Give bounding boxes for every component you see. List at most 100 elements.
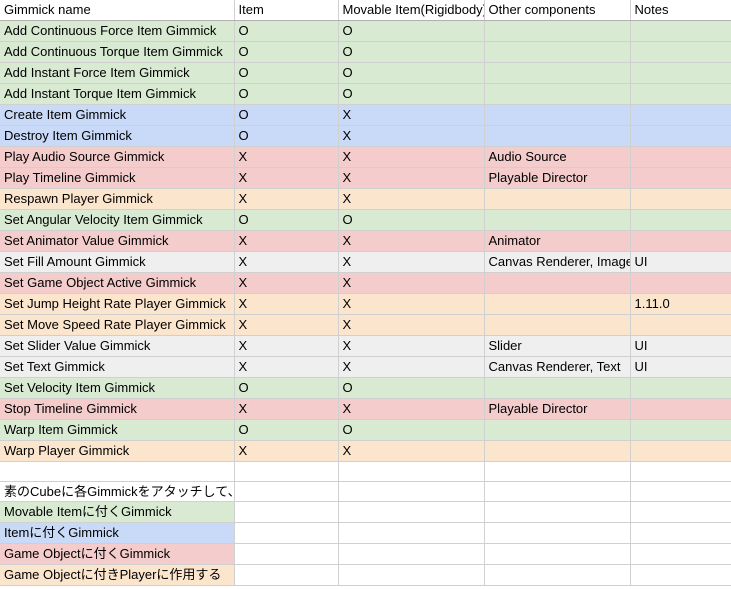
- cell-movable-item[interactable]: X: [338, 272, 485, 294]
- table-row[interactable]: Play Audio Source Gimmick X X Audio Source: [0, 146, 731, 168]
- cell-item[interactable]: X: [234, 293, 339, 315]
- cell-movable-item[interactable]: X: [338, 335, 485, 357]
- cell-gimmick-name[interactable]: Add Continuous Torque Item Gimmick: [0, 41, 235, 63]
- table-row[interactable]: Set Text Gimmick X X Canvas Renderer, Text U…: [0, 356, 731, 378]
- cell-item[interactable]: O: [234, 20, 339, 42]
- cell-other-components[interactable]: Animator: [484, 230, 631, 252]
- cell-notes[interactable]: [630, 146, 731, 168]
- column-header-gimmick-name[interactable]: Gimmick name: [0, 0, 235, 21]
- cell-item[interactable]: X: [234, 314, 339, 336]
- cell-movable-item[interactable]: X: [338, 440, 485, 462]
- cell-movable-item[interactable]: O: [338, 62, 485, 84]
- legend-empty-cell[interactable]: [338, 543, 485, 565]
- cell-gimmick-name[interactable]: Set Jump Height Rate Player Gimmick: [0, 293, 235, 315]
- legend-swatch-label[interactable]: Game Objectに付きPlayerに作用する: [0, 564, 235, 586]
- legend-swatch-label[interactable]: Movable Itemに付くGimmick: [0, 501, 235, 523]
- empty-cell[interactable]: [338, 461, 485, 482]
- cell-notes[interactable]: [630, 125, 731, 147]
- cell-notes[interactable]: [630, 398, 731, 420]
- cell-movable-item[interactable]: O: [338, 41, 485, 63]
- cell-item[interactable]: X: [234, 167, 339, 189]
- cell-gimmick-name[interactable]: Set Slider Value Gimmick: [0, 335, 235, 357]
- cell-item[interactable]: X: [234, 146, 339, 168]
- legend-row[interactable]: Itemに付くGimmick: [0, 522, 731, 544]
- cell-other-components[interactable]: [484, 377, 631, 399]
- cell-other-components[interactable]: [484, 419, 631, 441]
- cell-gimmick-name[interactable]: Warp Item Gimmick: [0, 419, 235, 441]
- cell-gimmick-name[interactable]: Add Instant Force Item Gimmick: [0, 62, 235, 84]
- cell-notes[interactable]: [630, 419, 731, 441]
- cell-other-components[interactable]: [484, 209, 631, 231]
- cell-item[interactable]: O: [234, 209, 339, 231]
- cell-gimmick-name[interactable]: Respawn Player Gimmick: [0, 188, 235, 210]
- legend-row[interactable]: Game Objectに付くGimmick: [0, 543, 731, 565]
- legend-empty-cell[interactable]: [630, 543, 731, 565]
- cell-notes[interactable]: [630, 209, 731, 231]
- cell-notes[interactable]: 1.11.0: [630, 293, 731, 315]
- table-row[interactable]: Set Velocity Item Gimmick O O: [0, 377, 731, 399]
- table-row[interactable]: Destroy Item Gimmick O X: [0, 125, 731, 147]
- column-header-notes[interactable]: Notes: [630, 0, 731, 21]
- cell-item[interactable]: X: [234, 398, 339, 420]
- legend-empty-cell[interactable]: [338, 501, 485, 523]
- cell-gimmick-name[interactable]: Set Game Object Active Gimmick: [0, 272, 235, 294]
- cell-other-components[interactable]: [484, 440, 631, 462]
- legend-empty-cell[interactable]: [484, 564, 631, 586]
- cell-other-components[interactable]: [484, 125, 631, 147]
- table-row[interactable]: Add Continuous Force Item Gimmick O O: [0, 20, 731, 42]
- table-row[interactable]: Create Item Gimmick O X: [0, 104, 731, 126]
- cell-item[interactable]: O: [234, 125, 339, 147]
- cell-gimmick-name[interactable]: Set Animator Value Gimmick: [0, 230, 235, 252]
- caption-overflow-cell[interactable]: [338, 481, 485, 502]
- cell-other-components[interactable]: Slider: [484, 335, 631, 357]
- legend-empty-cell[interactable]: [630, 522, 731, 544]
- cell-notes[interactable]: UI: [630, 335, 731, 357]
- cell-other-components[interactable]: [484, 104, 631, 126]
- table-row[interactable]: Set Angular Velocity Item Gimmick O O: [0, 209, 731, 231]
- caption-row[interactable]: 素のCubeに各Gimmickをアタッチして、自動で付いたコンポーネントを確認し…: [0, 481, 731, 502]
- cell-movable-item[interactable]: X: [338, 398, 485, 420]
- cell-notes[interactable]: [630, 272, 731, 294]
- cell-other-components[interactable]: Playable Director: [484, 398, 631, 420]
- empty-cell[interactable]: [234, 461, 339, 482]
- legend-swatch-label[interactable]: Game Objectに付くGimmick: [0, 543, 235, 565]
- legend-empty-cell[interactable]: [234, 543, 339, 565]
- legend-swatch-label[interactable]: Itemに付くGimmick: [0, 522, 235, 544]
- cell-movable-item[interactable]: O: [338, 377, 485, 399]
- table-row[interactable]: Set Animator Value Gimmick X X Animator: [0, 230, 731, 252]
- cell-item[interactable]: X: [234, 230, 339, 252]
- cell-item[interactable]: X: [234, 188, 339, 210]
- caption-overflow-cell[interactable]: [234, 481, 339, 502]
- cell-notes[interactable]: [630, 377, 731, 399]
- cell-movable-item[interactable]: X: [338, 293, 485, 315]
- table-row[interactable]: Set Game Object Active Gimmick X X: [0, 272, 731, 294]
- table-row[interactable]: Add Instant Torque Item Gimmick O O: [0, 83, 731, 105]
- table-row[interactable]: Play Timeline Gimmick X X Playable Director: [0, 167, 731, 189]
- cell-other-components[interactable]: [484, 188, 631, 210]
- cell-other-components[interactable]: [484, 20, 631, 42]
- legend-empty-cell[interactable]: [484, 501, 631, 523]
- cell-movable-item[interactable]: X: [338, 104, 485, 126]
- cell-item[interactable]: O: [234, 104, 339, 126]
- cell-gimmick-name[interactable]: Set Velocity Item Gimmick: [0, 377, 235, 399]
- cell-gimmick-name[interactable]: Play Audio Source Gimmick: [0, 146, 235, 168]
- legend-empty-cell[interactable]: [234, 522, 339, 544]
- legend-empty-cell[interactable]: [630, 501, 731, 523]
- cell-other-components[interactable]: Canvas Renderer, Image: [484, 251, 631, 273]
- cell-notes[interactable]: [630, 440, 731, 462]
- table-row[interactable]: Warp Item Gimmick O O: [0, 419, 731, 441]
- cell-notes[interactable]: [630, 20, 731, 42]
- cell-item[interactable]: X: [234, 440, 339, 462]
- legend-empty-cell[interactable]: [630, 564, 731, 586]
- cell-gimmick-name[interactable]: Warp Player Gimmick: [0, 440, 235, 462]
- legend-empty-cell[interactable]: [234, 564, 339, 586]
- empty-cell[interactable]: [0, 461, 235, 482]
- cell-other-components[interactable]: Playable Director: [484, 167, 631, 189]
- cell-item[interactable]: X: [234, 251, 339, 273]
- cell-gimmick-name[interactable]: Play Timeline Gimmick: [0, 167, 235, 189]
- cell-item[interactable]: O: [234, 377, 339, 399]
- cell-gimmick-name[interactable]: Set Fill Amount Gimmick: [0, 251, 235, 273]
- cell-notes[interactable]: UI: [630, 356, 731, 378]
- cell-gimmick-name[interactable]: Set Text Gimmick: [0, 356, 235, 378]
- table-row[interactable]: Warp Player Gimmick X X: [0, 440, 731, 462]
